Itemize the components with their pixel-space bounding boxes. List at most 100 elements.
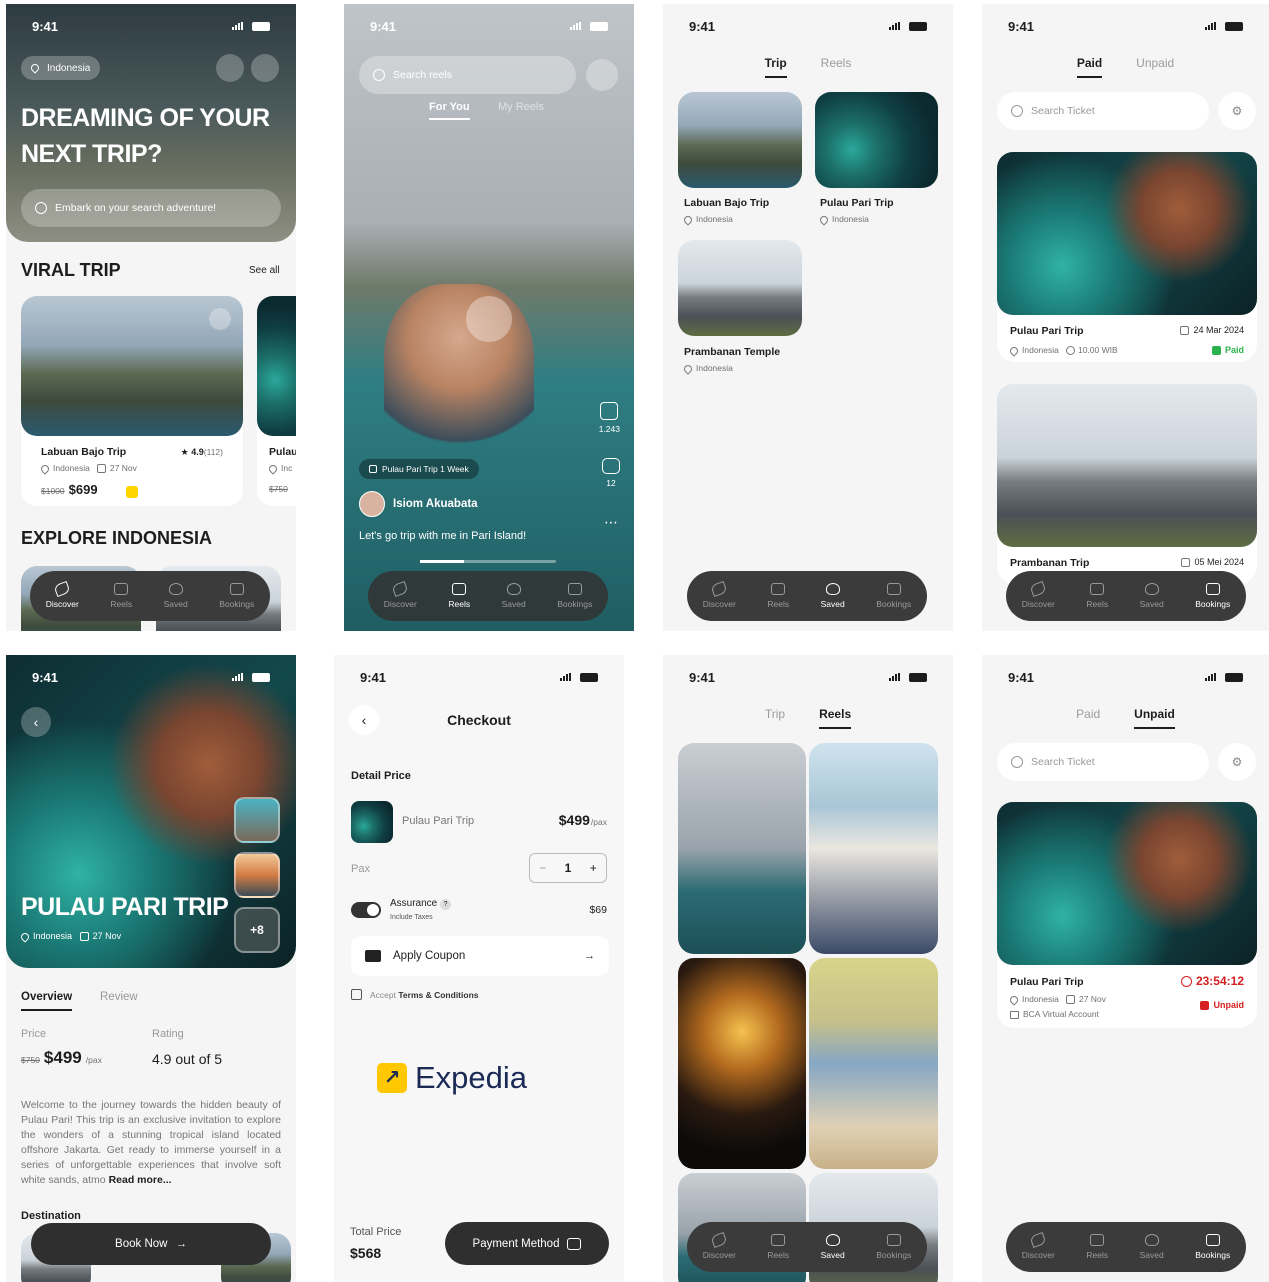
back-button[interactable]: ‹ [21,707,51,737]
ticket-card[interactable]: Pulau Pari Trip 24 Mar 2024 Indonesia 10… [997,152,1257,362]
nav-reels[interactable]: Reels [767,1234,789,1260]
screen-saved-reels: 9:41 Trip Reels Discover Reels Saved Book… [663,655,953,1282]
nav-bookings[interactable]: Bookings [876,583,911,609]
nav-saved[interactable]: Saved [164,583,188,609]
see-all-link[interactable]: See all [249,265,280,276]
tab-paid[interactable]: Paid [1076,56,1103,78]
reel-author[interactable]: Isiom Akuabata [359,491,478,517]
tab-unpaid[interactable]: Unpaid [1134,707,1175,729]
booking-tabs: Paid Unpaid [982,707,1269,729]
tab-reels[interactable]: Reels [819,707,852,729]
nav-saved[interactable]: Saved [502,583,526,609]
reel-thumb[interactable] [678,743,806,954]
apply-coupon-button[interactable]: Apply Coupon → [351,936,609,976]
saved-trip-image[interactable] [678,92,802,188]
ticket-card[interactable]: Prambanan Trip 05 Mei 2024 [997,384,1257,584]
nav-bookings[interactable]: Bookings [1195,583,1230,609]
like-button[interactable]: 1.243 [599,402,620,434]
terms-checkbox[interactable] [351,989,362,1000]
filter-icon[interactable]: ⚙ [1218,92,1256,130]
tab-reels[interactable]: Reels [821,56,852,70]
tab-for-you[interactable]: For You [429,101,470,120]
nav-saved[interactable]: Saved [821,1234,845,1260]
nav-reels[interactable]: Reels [1086,1234,1108,1260]
comment-button[interactable]: 12 [602,458,620,488]
filter-icon[interactable]: ⚙ [1218,743,1256,781]
terms-link[interactable]: Terms & Conditions [398,990,478,1000]
payment-method-button[interactable]: Payment Method [445,1222,609,1265]
wallet-icon[interactable] [216,54,244,82]
quantity-stepper[interactable]: −1 + [529,853,607,883]
nav-reels[interactable]: Reels [448,583,470,609]
comment-icon [602,458,620,474]
gallery-thumb[interactable] [234,852,280,898]
nav-reels[interactable]: Reels [767,583,789,609]
nav-saved[interactable]: Saved [1140,1234,1164,1260]
heart-icon[interactable] [209,308,231,330]
check-icon [1211,345,1221,355]
nav-discover[interactable]: Discover [1022,580,1055,609]
reel-thumb[interactable] [809,958,938,1169]
add-reel-icon[interactable] [586,59,618,91]
bottom-nav: Discover Reels Saved Bookings [1006,1222,1246,1272]
ticket-card[interactable]: Pulau Pari Trip 23:54:12 Indonesia 27 No… [997,802,1257,1028]
nav-bookings[interactable]: Bookings [1195,1234,1230,1260]
more-icon[interactable]: ⋯ [604,514,618,531]
nav-bookings[interactable]: Bookings [557,583,592,609]
discover-icon [53,580,71,598]
screen-trip-detail: 9:41 ‹ +8 PULAU PARI TRIP Indonesia 27 N… [6,655,296,1282]
nav-discover[interactable]: Discover [703,1231,736,1260]
gallery-thumb[interactable] [234,797,280,843]
reel-thumb[interactable] [809,743,938,954]
reel-thumb[interactable] [678,958,806,1169]
tab-review[interactable]: Review [100,991,138,1003]
profile-icon[interactable] [251,54,279,82]
reel-video[interactable] [384,284,534,464]
plus-button[interactable]: + [590,861,597,875]
gallery-more[interactable]: +8 [234,907,280,953]
search-input[interactable]: Search Ticket [997,92,1209,130]
detail-price: $750 $499/pax [21,1048,102,1067]
tab-paid[interactable]: Paid [1076,707,1100,721]
nav-discover[interactable]: Discover [1022,1231,1055,1260]
trip-card[interactable]: Labuan Bajo Trip ★ 4.9(112) Indonesia 27… [21,296,243,506]
nav-saved[interactable]: Saved [1140,583,1164,609]
nav-discover[interactable]: Discover [384,580,417,609]
status-bar: 9:41 [663,655,953,699]
read-more-link[interactable]: Read more... [109,1174,172,1186]
ticket-icon [229,583,244,595]
trip-card-2[interactable]: Pulau Inc $750 [257,296,296,506]
nav-discover[interactable]: Discover [46,580,79,609]
nav-discover[interactable]: Discover [703,580,736,609]
checkout-trip-name: Pulau Pari Trip [402,815,475,827]
reel-progress[interactable] [420,560,556,563]
search-input[interactable]: Search Ticket [997,743,1209,781]
nav-saved[interactable]: Saved [821,583,845,609]
wallet-icon [567,1237,582,1250]
nav-reels[interactable]: Reels [1086,583,1108,609]
play-icon[interactable] [466,296,512,342]
location-chip[interactable]: Indonesia [21,56,101,80]
reel-caption: Let's go trip with me in Pari Island! [359,530,527,542]
expedia-logo: ↗ Expedia [377,1060,527,1096]
tab-trip[interactable]: Trip [765,707,785,721]
tab-my-reels[interactable]: My Reels [498,101,544,113]
trip-tag[interactable]: Pulau Pari Trip 1 Week [359,459,479,479]
tab-overview[interactable]: Overview [21,991,73,1011]
nav-bookings[interactable]: Bookings [876,1234,911,1260]
tab-unpaid[interactable]: Unpaid [1136,56,1174,70]
calendar-icon [96,464,106,474]
countdown: 23:54:12 [1180,974,1244,988]
saved-trip-image[interactable] [678,240,802,336]
nav-reels[interactable]: Reels [110,583,132,609]
headline: DREAMING OF YOUR NEXT TRIP? [21,104,270,168]
saved-trip-image[interactable] [815,92,938,188]
tab-trip[interactable]: Trip [764,56,787,78]
book-now-button[interactable]: Book Now → [31,1223,271,1265]
minus-button[interactable]: − [539,861,546,875]
heart-icon [168,583,183,595]
nav-bookings[interactable]: Bookings [219,583,254,609]
search-input[interactable]: Embark on your search adventure! [21,189,281,227]
assurance-toggle[interactable] [351,902,381,918]
search-input[interactable]: Search reels [359,56,576,94]
